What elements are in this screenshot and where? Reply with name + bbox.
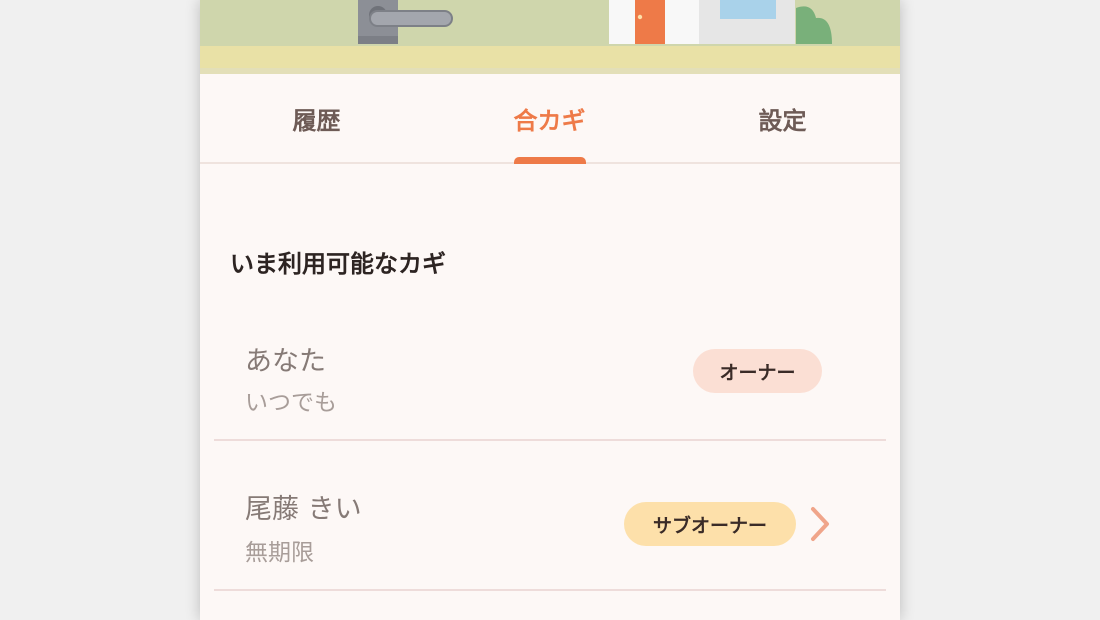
key-holder-name: 尾藤 きい: [245, 494, 362, 525]
role-badge-subowner: サブオーナー: [624, 502, 796, 546]
tab-history[interactable]: 履歴: [200, 74, 433, 162]
key-row-subowner[interactable]: 尾藤 きい 無期限 サブオーナー: [214, 441, 886, 591]
door-handle-illustration: [358, 0, 832, 44]
tab-settings[interactable]: 設定: [666, 74, 899, 162]
active-tab-indicator: [514, 157, 586, 164]
section-title: いま利用可能なカギ: [230, 250, 446, 278]
tab-bar: 履歴 合カギ 設定: [200, 74, 900, 164]
key-row-owner[interactable]: あなた いつでも オーナー: [214, 291, 886, 441]
hero-illustration: [200, 0, 900, 74]
chevron-right-icon[interactable]: [808, 506, 832, 542]
app-screen: 履歴 合カギ 設定 いま利用可能なカギ あなた いつでも オーナー 尾藤 きい …: [200, 0, 900, 620]
key-validity-period: 無期限: [245, 540, 314, 566]
role-badge-owner: オーナー: [693, 349, 822, 393]
key-validity-period: いつでも: [245, 390, 337, 416]
tab-shared-keys[interactable]: 合カギ: [433, 74, 666, 162]
key-holder-name: あなた: [245, 346, 326, 377]
